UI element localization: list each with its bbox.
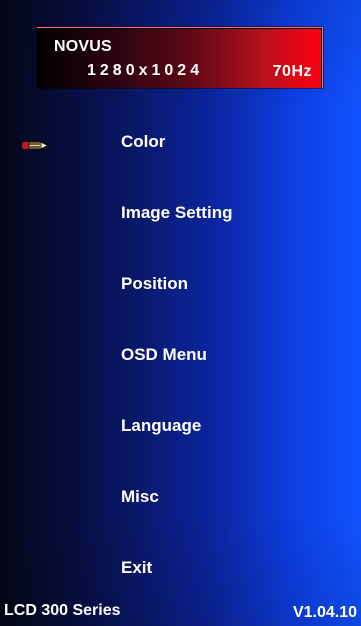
firmware-version-label: V1.04.10 bbox=[292, 604, 357, 621]
pencil-pointer-icon bbox=[22, 141, 49, 150]
menu-item-color[interactable]: Color bbox=[121, 132, 165, 152]
display-info-header: NOVUS 1280x1024 70Hz bbox=[37, 27, 323, 88]
brand-name: NOVUS bbox=[54, 38, 112, 55]
menu-item-exit[interactable]: Exit bbox=[121, 558, 152, 578]
menu-item-position[interactable]: Position bbox=[121, 274, 188, 294]
resolution-readout: 1280x1024 bbox=[87, 62, 204, 79]
model-series-label: LCD 300 Series bbox=[4, 602, 121, 619]
refresh-rate-readout: 70Hz bbox=[272, 63, 312, 80]
menu-item-misc[interactable]: Misc bbox=[121, 487, 159, 507]
monitor-osd-screen: NOVUS 1280x1024 70Hz Color Image Setting… bbox=[0, 0, 361, 626]
menu-item-osd-menu[interactable]: OSD Menu bbox=[121, 345, 207, 365]
menu-item-image-setting[interactable]: Image Setting bbox=[121, 203, 232, 223]
menu-item-language[interactable]: Language bbox=[121, 416, 201, 436]
